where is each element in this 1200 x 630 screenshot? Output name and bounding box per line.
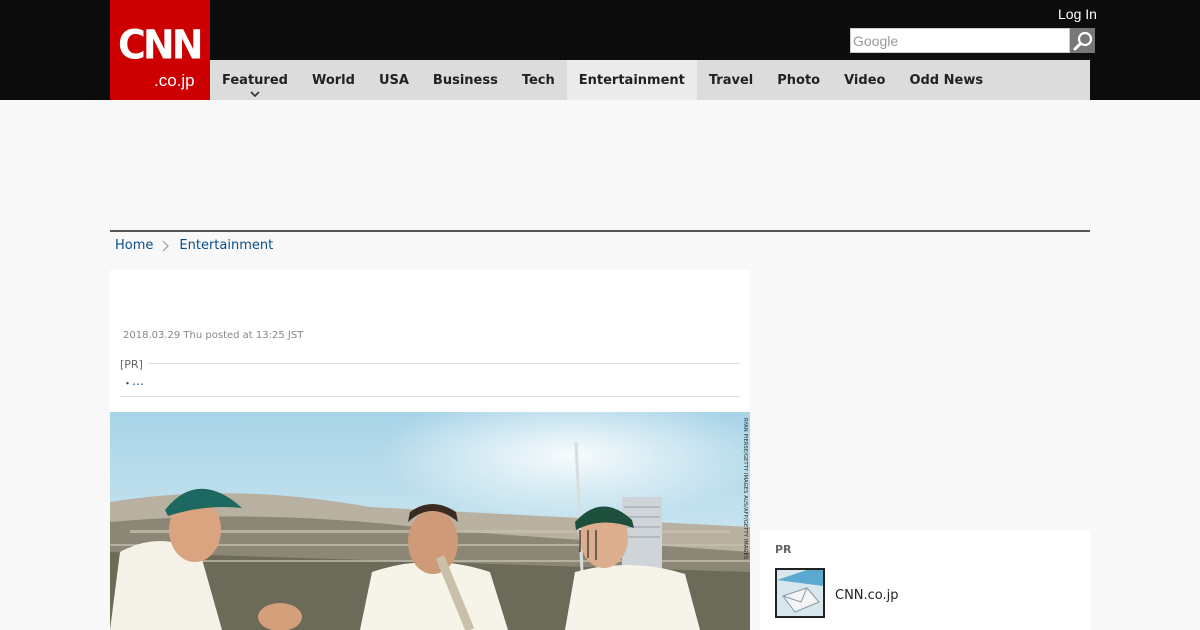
main-nav: Featured World USA Business Tech Enterta… (210, 60, 1090, 100)
section-divider (110, 230, 1090, 232)
cnn-logo[interactable]: CNN .co.jp (110, 0, 210, 100)
nav-item-world[interactable]: World (300, 60, 367, 100)
breadcrumb-entertainment[interactable]: Entertainment (179, 238, 273, 253)
search-input[interactable] (850, 28, 1070, 53)
sidebar-pr-box: PR CNN.co.jp (760, 530, 1090, 630)
sidebar-pr-title: PR (775, 543, 792, 556)
envelope-icon (777, 570, 823, 616)
nav-item-tech[interactable]: Tech (510, 60, 567, 100)
article-panel: 2018.03.29 Thu posted at 13:25 JST [PR] … (110, 270, 750, 630)
nav-item-usa[interactable]: USA (367, 60, 421, 100)
nav-item-video[interactable]: Video (832, 60, 897, 100)
nav-item-label: Featured (222, 72, 288, 88)
nav-item-odd-news[interactable]: Odd News (897, 60, 995, 100)
cricket-players-photo (110, 412, 750, 630)
article-photo[interactable]: RYAN PIERSE/GETTY IMAGES AUS/AFP/GETTY I… (110, 412, 750, 630)
chevron-down-icon (250, 91, 260, 97)
logo-mark: CNN (118, 21, 203, 69)
search-button[interactable] (1070, 28, 1095, 53)
nav-item-business[interactable]: Business (421, 60, 510, 100)
chevron-right-icon (162, 240, 170, 251)
pr-label: [PR] (120, 358, 143, 371)
pr-link[interactable]: … (132, 374, 144, 388)
top-bar: CNN .co.jp Log In Featured World USA Bus… (0, 0, 1200, 100)
logo-sub: .co.jp (154, 71, 195, 90)
posted-timestamp: 2018.03.29 Thu posted at 13:25 JST (123, 330, 304, 341)
top-ad-space (110, 100, 1090, 230)
pr-divider-top (148, 363, 740, 364)
pr-divider-bottom (120, 396, 740, 397)
envelope-thumbnail-icon[interactable] (775, 568, 825, 618)
breadcrumb-home[interactable]: Home (115, 238, 153, 253)
sidebar-pr-link[interactable]: CNN.co.jp (835, 588, 899, 603)
photo-credit: RYAN PIERSE/GETTY IMAGES AUS/AFP/GETTY I… (742, 418, 748, 560)
breadcrumb: Home Entertainment (115, 238, 273, 253)
nav-item-entertainment[interactable]: Entertainment (566, 60, 697, 100)
search-icon (1073, 31, 1092, 50)
nav-item-photo[interactable]: Photo (765, 60, 832, 100)
nav-item-travel[interactable]: Travel (697, 60, 765, 100)
nav-item-featured[interactable]: Featured (210, 60, 300, 100)
login-link[interactable]: Log In (1058, 6, 1097, 22)
